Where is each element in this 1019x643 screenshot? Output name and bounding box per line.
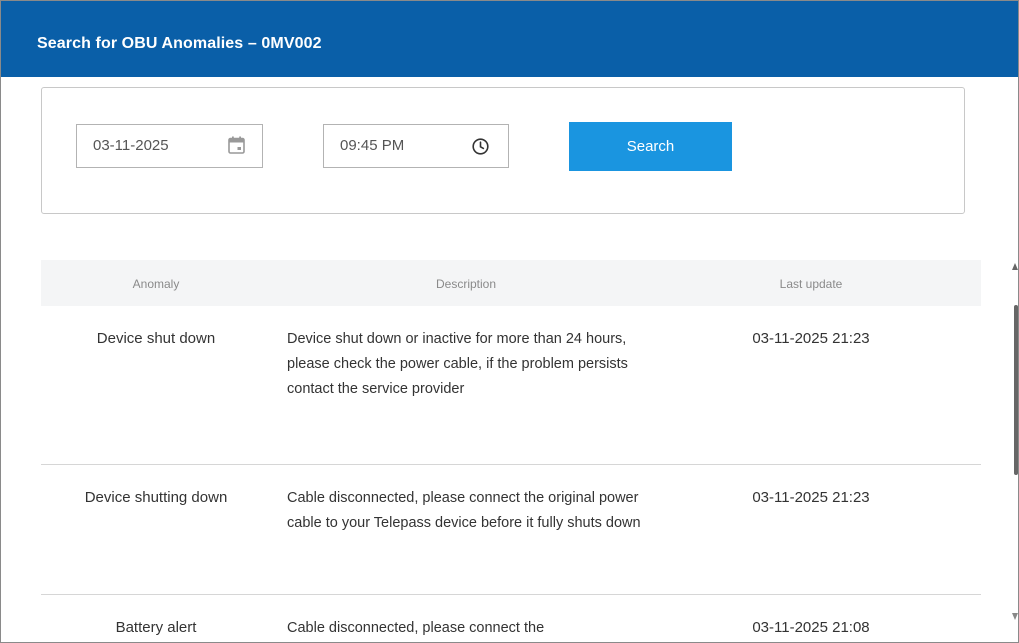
last-update-cell: 03-11-2025 21:23	[752, 489, 870, 506]
table-row: Device shut down Device shut down or ina…	[41, 306, 981, 465]
description-cell: Cable disconnected, please connect the o…	[287, 490, 641, 531]
calendar-icon[interactable]	[228, 136, 245, 154]
table-row: Device shutting down Cable disconnected,…	[41, 465, 981, 595]
anomaly-cell: Device shut down	[96, 330, 216, 347]
scroll-thumb[interactable]	[1014, 305, 1018, 475]
search-button[interactable]: Search	[569, 122, 732, 171]
column-header-last-update: Last update	[779, 277, 843, 291]
vertical-scrollbar[interactable]	[1012, 263, 1018, 642]
page-title: Search for OBU Anomalies – 0MV002	[37, 35, 322, 52]
description-cell: Device shut down or inactive for more th…	[287, 331, 628, 397]
column-header-description: Description	[435, 277, 497, 291]
table-header: Anomaly Description Last update	[41, 260, 981, 306]
header-bar: Search for OBU Anomalies – 0MV002	[1, 1, 1018, 77]
table-row: Battery alert Cable disconnected, please…	[41, 595, 981, 642]
description-cell: Cable disconnected, please connect the	[287, 620, 545, 636]
scroll-up-arrow-icon[interactable]	[1012, 263, 1018, 270]
search-filter-panel: 03-11-2025 09:45 PM Search	[41, 87, 965, 214]
clock-icon[interactable]	[472, 138, 489, 155]
time-field[interactable]: 09:45 PM	[323, 124, 509, 168]
anomaly-cell: Device shutting down	[84, 489, 228, 506]
column-header-anomaly: Anomaly	[132, 277, 180, 291]
dialog-window: Search for OBU Anomalies – 0MV002 03-11-…	[0, 0, 1019, 643]
last-update-cell: 03-11-2025 21:08	[752, 619, 870, 636]
last-update-cell: 03-11-2025 21:23	[752, 330, 870, 347]
anomaly-cell: Battery alert	[115, 619, 197, 636]
date-value: 03-11-2025	[93, 137, 169, 154]
scroll-down-arrow-icon[interactable]	[1012, 613, 1018, 620]
date-field[interactable]: 03-11-2025	[76, 124, 263, 168]
time-value: 09:45 PM	[340, 137, 405, 154]
